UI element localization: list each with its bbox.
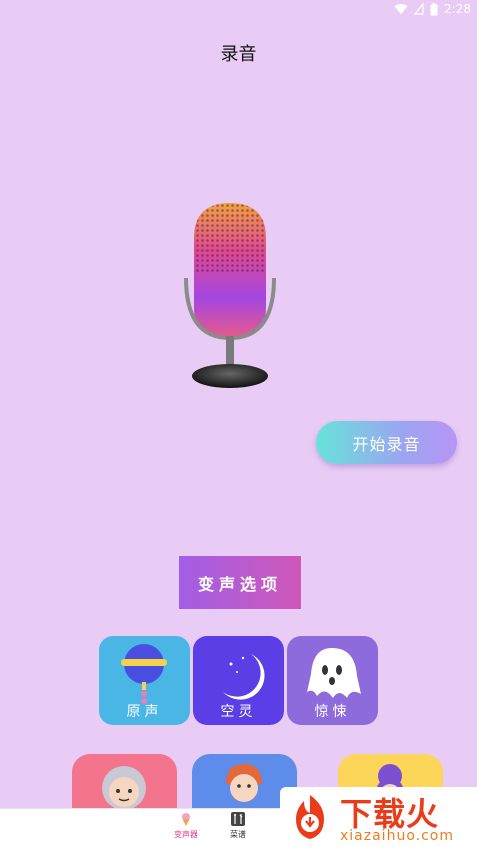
watermark-url: xiazaihuo.com	[340, 828, 454, 844]
effect-elder[interactable]	[72, 754, 177, 814]
status-time: 2:28	[444, 2, 471, 16]
flame-logo-icon	[296, 795, 324, 839]
utensils-icon	[231, 812, 245, 826]
effect-label: 空灵	[220, 704, 257, 720]
effect-ethereal[interactable]: 空灵	[193, 636, 284, 725]
status-bar: 2:28	[0, 0, 477, 20]
signal-icon	[414, 3, 424, 15]
effect-label: 原声	[126, 704, 163, 720]
status-icons: 2:28	[394, 2, 471, 16]
wifi-icon	[394, 4, 408, 14]
tab-voice-changer[interactable]: 变声器	[166, 812, 206, 840]
effect-label: 惊悚	[314, 704, 351, 720]
effect-horror[interactable]: 惊悚	[287, 636, 378, 725]
start-recording-button[interactable]: 开始录音	[316, 421, 457, 464]
tab-label: 菜谱	[230, 830, 246, 839]
tab-recipes[interactable]: 菜谱	[218, 812, 258, 840]
elder-avatar-icon	[102, 766, 146, 810]
battery-icon	[430, 2, 438, 15]
tab-label: 变声器	[174, 830, 198, 839]
microphone-icon[interactable]	[180, 198, 280, 396]
voice-options-button[interactable]: 变声选项	[179, 556, 301, 609]
ice-cream-icon	[182, 813, 190, 826]
page-title: 录音	[220, 44, 257, 65]
effect-original[interactable]: 原声	[99, 636, 190, 725]
watermark: 下载火 xiazaihuo.com	[280, 787, 477, 848]
